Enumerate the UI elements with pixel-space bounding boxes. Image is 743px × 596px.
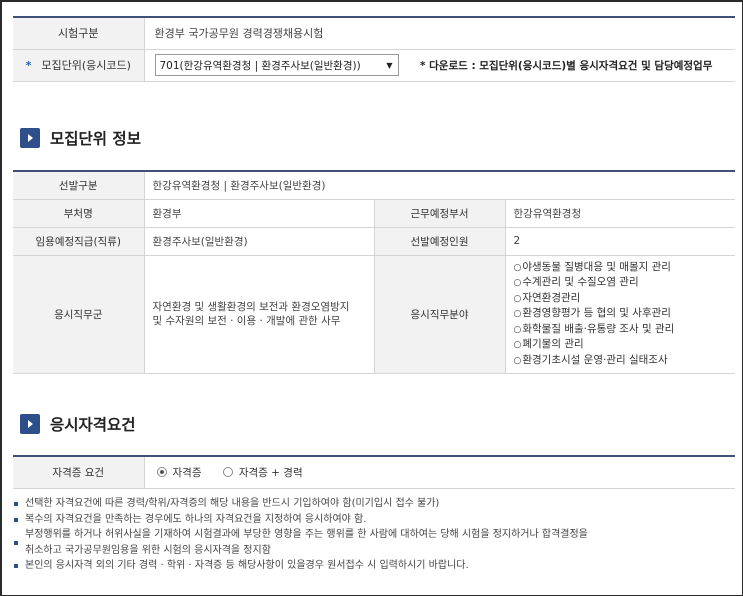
qualification-table: 자격증 요건 자격증 자격증 + 경력 <box>13 455 735 489</box>
list-item: 자연환경관리 <box>514 291 736 307</box>
selection-value: 한강유역환경청 | 환경주사보(일반환경) <box>144 171 736 200</box>
table-row: 시험구분 환경부 국가공무원 경력경쟁채용시험 <box>13 17 735 50</box>
dept-value: 한강유역환경청 <box>505 199 736 228</box>
radio-label: 자격증 + 경력 <box>238 466 303 479</box>
duty-label: 응시직무분야 <box>374 255 506 374</box>
table-row: 자격증 요건 자격증 자격증 + 경력 <box>13 456 735 489</box>
qualification-label: 자격증 요건 <box>13 456 145 489</box>
ministry-value: 환경부 <box>144 199 375 228</box>
notice-line: 부정행위를 하거나 허위사실을 기재하여 시험결과에 부당한 영향을 주는 행위… <box>25 529 588 540</box>
list-item: 환경기초시설 운영·관리 실태조사 <box>514 353 736 369</box>
jobgroup-value: 자연환경 및 생활환경의 보전과 환경오염방지 및 수자원의 보전 · 이용 ·… <box>144 255 375 374</box>
list-item: 야생동물 질병대응 및 매몰지 관리 <box>514 260 736 276</box>
section-title: 모집단위 정보 <box>50 130 141 148</box>
table-row: 부처명 환경부 근무예정부서 한강유역환경청 <box>13 199 736 228</box>
table-row: 선발구분 한강유역환경청 | 환경주사보(일반환경) <box>13 171 736 200</box>
duty-list: 야생동물 질병대응 및 매몰지 관리 수계관리 및 수질오염 관리 자연환경관리… <box>514 256 736 373</box>
arrow-right-icon <box>20 128 40 148</box>
recruit-unit-cell: 701(한강유역환경청 | 환경주사보(일반환경)) ▼ * 다운로드 : 모집… <box>144 49 735 82</box>
notice-line: 취소하고 국가공무원임용을 위한 시험의 응시자격을 정지함 <box>25 544 271 556</box>
section-header-qualification: 응시자격요건 <box>20 413 136 435</box>
radio-option-certificate-career[interactable]: 자격증 + 경력 <box>222 465 303 480</box>
notice-item: 선택한 자격요건에 따른 경력/학위/자격증의 해당 내용을 반드시 기입하여야… <box>13 496 733 512</box>
notice-item: 본인의 응시자격 외의 기타 경력 · 학위 · 자격증 등 해당사항이 있을경… <box>13 558 733 574</box>
list-item: 수계관리 및 수질오염 관리 <box>514 275 736 291</box>
exam-type-label: 시험구분 <box>13 17 145 50</box>
section-header-recruit-info: 모집단위 정보 <box>20 127 141 149</box>
list-item: 화학물질 배출·유통량 조사 및 관리 <box>514 322 736 338</box>
rank-value: 환경주사보(일반환경) <box>144 227 375 256</box>
table-row: 임용예정직급(직류) 환경주사보(일반환경) 선발예정인원 2 <box>13 227 736 256</box>
selection-label: 선발구분 <box>13 171 145 200</box>
duty-cell: 야생동물 질병대응 및 매몰지 관리 수계관리 및 수질오염 관리 자연환경관리… <box>505 255 736 374</box>
rank-label: 임용예정직급(직류) <box>13 227 145 256</box>
section-title: 응시자격요건 <box>50 416 136 434</box>
chevron-down-icon: ▼ <box>386 60 393 70</box>
table-row: * 모집단위(응시코드) 701(한강유역환경청 | 환경주사보(일반환경)) ▼… <box>13 49 735 82</box>
required-star: * <box>25 59 32 72</box>
notice-item: 부정행위를 하거나 허위사실을 기재하여 시험결과에 부당한 영향을 주는 행위… <box>13 527 733 558</box>
recruit-unit-select[interactable]: 701(한강유역환경청 | 환경주사보(일반환경)) ▼ <box>154 54 399 76</box>
recruit-info-table: 선발구분 한강유역환경청 | 환경주사보(일반환경) 부처명 환경부 근무예정부… <box>13 170 736 374</box>
download-note-link[interactable]: * 다운로드 : 모집단위(응시코드)별 응시자격요건 및 담당예정업무 <box>420 58 712 73</box>
recruit-unit-label-cell: * 모집단위(응시코드) <box>13 49 145 82</box>
recruit-unit-selected: 701(한강유역환경청 | 환경주사보(일반환경)) <box>159 59 361 72</box>
list-item: 환경영향평가 등 협의 및 사후관리 <box>514 306 736 322</box>
notice-item: 복수의 자격요건을 만족하는 경우에도 하나의 자격요건을 지정하여 응시하여야… <box>13 512 733 528</box>
exam-info-table: 시험구분 환경부 국가공무원 경력경쟁채용시험 * 모집단위(응시코드) 701(… <box>13 16 735 82</box>
list-item: 폐기물의 관리 <box>514 337 736 353</box>
count-value: 2 <box>505 227 736 256</box>
jobgroup-label: 응시직무군 <box>13 255 145 374</box>
count-label: 선발예정인원 <box>374 227 506 256</box>
qualification-options: 자격증 자격증 + 경력 <box>144 456 735 489</box>
notice-list: 선택한 자격요건에 따른 경력/학위/자격증의 해당 내용을 반드시 기입하여야… <box>13 496 733 574</box>
radio-checked-icon <box>156 466 167 477</box>
table-row: 응시직무군 자연환경 및 생활환경의 보전과 환경오염방지 및 수자원의 보전 … <box>13 255 736 374</box>
radio-option-certificate[interactable]: 자격증 <box>156 465 202 480</box>
arrow-right-icon <box>20 414 40 434</box>
exam-type-value: 환경부 국가공무원 경력경쟁채용시험 <box>144 17 735 50</box>
recruit-unit-label: 모집단위(응시코드) <box>41 59 131 72</box>
ministry-label: 부처명 <box>13 199 145 228</box>
dept-label: 근무예정부서 <box>374 199 506 228</box>
radio-unchecked-icon <box>222 466 233 477</box>
radio-label: 자격증 <box>172 466 202 479</box>
